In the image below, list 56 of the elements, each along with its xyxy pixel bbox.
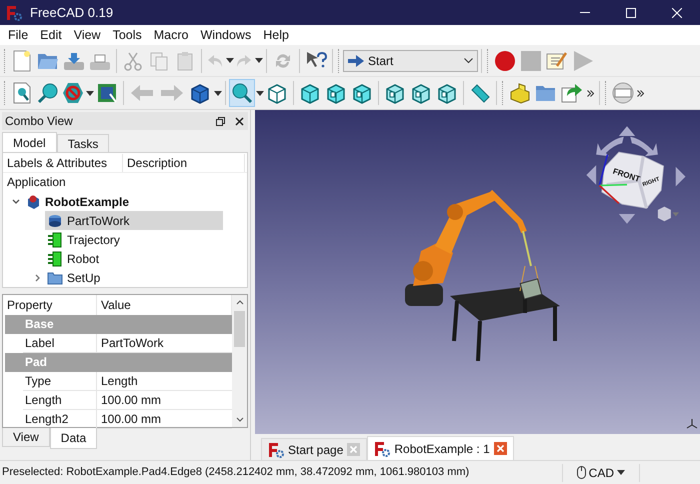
tab[interactable]: Model (2, 132, 57, 152)
folder-icon (47, 270, 63, 284)
tree-item[interactable]: Robot (45, 249, 102, 268)
menu-item[interactable]: Edit (34, 26, 68, 44)
robot-object-icon (47, 232, 63, 248)
tree-item[interactable]: RobotExample (23, 192, 132, 211)
tree-item[interactable]: Trajectory (45, 230, 122, 249)
menu-item[interactable]: Windows (194, 26, 258, 44)
arrow-right-icon (348, 54, 364, 66)
menu-item[interactable]: Help (257, 26, 295, 44)
document-tab[interactable]: RobotExample : 1 (367, 436, 514, 460)
scrollbar[interactable] (232, 295, 247, 427)
column-header[interactable]: Labels & Attributes (3, 154, 123, 172)
chevron-down-icon (464, 58, 473, 64)
property-name: Label (23, 334, 97, 352)
menu-item[interactable]: Macro (148, 26, 194, 44)
document-tab[interactable]: Start page (261, 438, 368, 460)
tree-item[interactable]: PartToWork (45, 211, 223, 230)
window-title: FreeCAD 0.19 (30, 4, 114, 22)
property-value[interactable]: 100.00 mm (97, 410, 162, 428)
tab[interactable]: Data (50, 428, 98, 449)
workbench-dropdown[interactable]: Start (343, 50, 478, 72)
double-chevron-icon[interactable] (637, 90, 644, 96)
freecad-logo-icon (374, 440, 390, 456)
zoom-icon[interactable] (229, 79, 255, 107)
caret-icon (617, 470, 625, 475)
close-icon (672, 8, 682, 18)
mouse-icon (576, 466, 586, 479)
menu-item[interactable]: File (2, 26, 34, 44)
document-icon (25, 194, 41, 210)
tab[interactable]: View (2, 428, 50, 447)
property-value[interactable]: Length (97, 372, 138, 390)
property-name: Type (23, 372, 97, 390)
menu-item[interactable]: View (68, 26, 107, 44)
close-icon[interactable] (235, 116, 244, 126)
tree-item[interactable]: SetUp (45, 268, 102, 287)
tab[interactable]: Tasks (56, 134, 110, 152)
menu-item[interactable]: Tools (106, 26, 148, 44)
axis-icon (686, 418, 698, 430)
navigation-style-button[interactable]: CAD (562, 464, 639, 482)
part-icon (47, 212, 63, 228)
property-name: Length (23, 391, 97, 409)
minimize-icon (580, 12, 590, 14)
freecad-logo-icon (6, 4, 22, 20)
maximize-icon (626, 8, 636, 18)
robot-object-icon (47, 250, 63, 266)
scrollbar-thumb[interactable] (234, 311, 245, 347)
freecad-logo-icon (268, 442, 284, 458)
panel-title: Combo View (5, 113, 73, 130)
status-message: Preselected: RobotExample.Pad4.Edge8 (2458.212402 mm, 38.472092 mm, 1061.980103 mm) (1, 465, 470, 480)
undock-icon[interactable] (216, 116, 225, 126)
double-chevron-icon[interactable] (587, 90, 594, 96)
column-header[interactable]: Description (123, 154, 245, 172)
property-value[interactable]: PartToWork (97, 334, 164, 352)
property-value[interactable]: 100.00 mm (97, 391, 162, 409)
tree-root-label: Application (6, 174, 67, 191)
